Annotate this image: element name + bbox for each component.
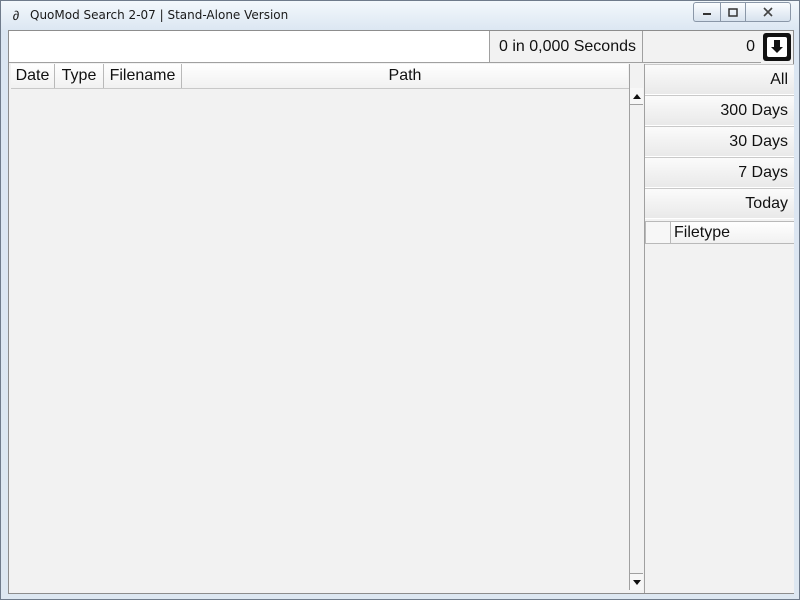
search-input[interactable] bbox=[9, 31, 489, 62]
caption-buttons bbox=[693, 2, 791, 22]
minimize-button[interactable] bbox=[693, 2, 720, 22]
download-icon bbox=[767, 37, 787, 57]
search-timing: 0 in 0,000 Seconds bbox=[490, 31, 643, 63]
close-button[interactable] bbox=[745, 2, 791, 22]
close-icon bbox=[763, 7, 773, 17]
scroll-down-button[interactable] bbox=[630, 573, 643, 590]
restore-icon bbox=[728, 7, 738, 17]
app-window: ∂ QuoMod Search 2-07 | Stand-Alone Versi… bbox=[0, 0, 800, 600]
minimize-icon bbox=[703, 13, 711, 15]
filetype-column-label[interactable]: Filetype bbox=[671, 222, 794, 243]
date-filter-panel: All 300 Days 30 Days 7 Days Today Filety… bbox=[644, 64, 794, 593]
title-bar[interactable]: ∂ QuoMod Search 2-07 | Stand-Alone Versi… bbox=[1, 1, 799, 29]
restore-button[interactable] bbox=[720, 2, 745, 22]
scroll-up-icon bbox=[632, 93, 641, 99]
filter-300-days-button[interactable]: 300 Days bbox=[645, 95, 794, 126]
app-logo-icon: ∂ bbox=[12, 8, 20, 23]
scroll-down-icon bbox=[632, 579, 641, 585]
result-count: 0 bbox=[643, 31, 761, 63]
filter-30-days-button[interactable]: 30 Days bbox=[645, 126, 794, 157]
filter-7-days-button[interactable]: 7 Days bbox=[645, 157, 794, 188]
download-button[interactable] bbox=[763, 33, 791, 61]
filter-all-button[interactable]: All bbox=[645, 64, 794, 95]
column-filename[interactable]: Filename bbox=[104, 64, 182, 88]
filetype-check-column[interactable] bbox=[646, 222, 671, 243]
filetype-list-header: Filetype bbox=[645, 221, 794, 244]
results-scrollbar[interactable] bbox=[629, 64, 643, 590]
client-area: 0 in 0,000 Seconds 0 Date Type Filename … bbox=[8, 30, 794, 594]
filter-today-button[interactable]: Today bbox=[645, 188, 794, 219]
scroll-up-button[interactable] bbox=[630, 88, 643, 105]
column-type[interactable]: Type bbox=[55, 64, 104, 88]
results-list[interactable]: Date Type Filename Path bbox=[11, 64, 629, 590]
window-title: QuoMod Search 2-07 | Stand-Alone Version bbox=[30, 8, 289, 22]
column-date[interactable]: Date bbox=[11, 64, 55, 88]
results-header: Date Type Filename Path bbox=[11, 64, 629, 89]
search-box[interactable] bbox=[9, 31, 490, 63]
column-path[interactable]: Path bbox=[182, 64, 628, 88]
